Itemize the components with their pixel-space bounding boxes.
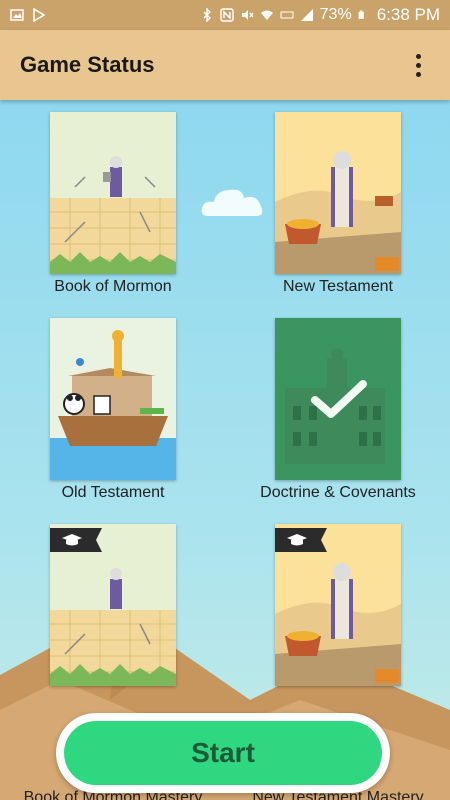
graduation-cap-icon: [62, 534, 82, 546]
lte-icon: [280, 11, 294, 19]
battery-icon: [358, 10, 364, 19]
start-button-container: Start: [56, 713, 390, 793]
page-title: Game Status: [20, 52, 155, 77]
status-bar: 73% 6:38 PM: [0, 0, 450, 30]
card-label: Book of Mormon: [54, 278, 172, 295]
play-store-icon: [33, 8, 46, 22]
status-left-icons: [10, 8, 46, 22]
battery-percentage: 73%: [319, 6, 352, 23]
card-old-testament[interactable]: [50, 318, 176, 480]
card-label: New Testament: [283, 278, 393, 295]
book-of-mormon-mastery-image: [50, 524, 176, 686]
new-testament-image: [275, 112, 401, 274]
image-icon: [10, 9, 24, 21]
new-testament-mastery-image: [275, 524, 401, 686]
signal-icon: [300, 9, 313, 21]
card-new-testament[interactable]: [275, 112, 401, 274]
start-button[interactable]: Start: [64, 721, 382, 785]
card-label: Doctrine & Covenants: [260, 484, 416, 501]
status-right-icons: 73% 6:38 PM: [200, 5, 440, 25]
clock: 6:38 PM: [376, 5, 440, 24]
bluetooth-icon: [203, 8, 211, 22]
checkmark-icon: [311, 380, 367, 418]
book-of-mormon-image: [50, 112, 176, 274]
card-doctrine-covenants[interactable]: [275, 318, 401, 480]
app-bar: Game Status: [0, 30, 450, 100]
card-book-of-mormon-mastery[interactable]: [50, 524, 176, 686]
mute-icon: [241, 10, 254, 20]
more-vert-icon[interactable]: [406, 45, 430, 85]
card-book-of-mormon[interactable]: [50, 112, 176, 274]
card-new-testament-mastery[interactable]: [275, 524, 401, 686]
nfc-icon: [219, 8, 234, 22]
game-status-scene: Book of Mormon New Testament Old Testame…: [0, 100, 450, 800]
wifi-icon: [260, 10, 273, 20]
card-label: Old Testament: [61, 484, 165, 501]
cloud: [201, 189, 263, 216]
graduation-cap-icon: [287, 534, 307, 546]
old-testament-image: [50, 318, 176, 480]
